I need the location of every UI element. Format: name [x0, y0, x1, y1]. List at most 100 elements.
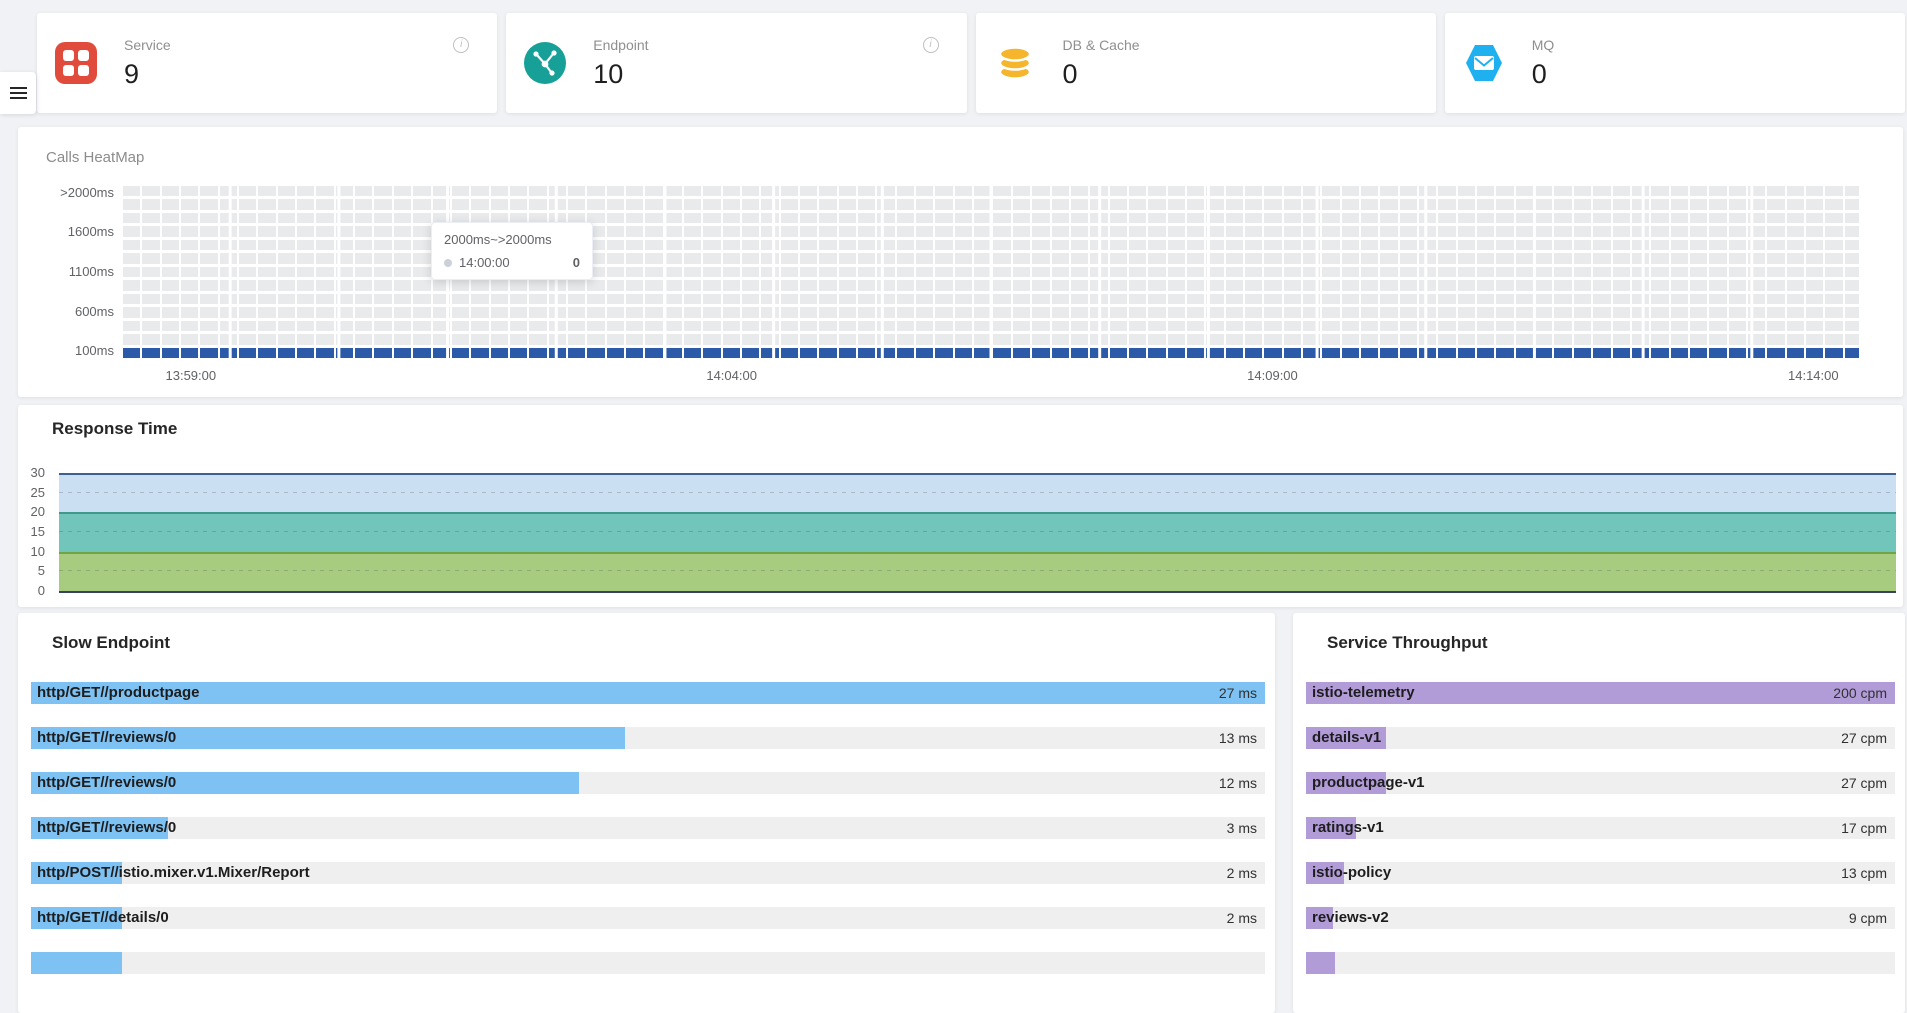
heatmap-cell[interactable] [703, 280, 720, 290]
heatmap-cell[interactable] [1226, 226, 1243, 236]
heatmap-cell[interactable] [703, 240, 720, 250]
heatmap-cell[interactable] [200, 226, 217, 236]
heatmap-cell[interactable] [1709, 280, 1726, 290]
heatmap-cell[interactable] [1767, 294, 1784, 304]
heatmap-cell[interactable] [1825, 213, 1842, 223]
heatmap-cell[interactable] [1380, 267, 1397, 277]
heatmap-cell[interactable] [974, 240, 991, 250]
heatmap-cell[interactable] [1187, 186, 1204, 196]
heatmap-cell[interactable] [819, 267, 836, 277]
heatmap-cell[interactable] [645, 186, 662, 196]
heatmap-cell[interactable] [645, 226, 662, 236]
heatmap-cell[interactable] [1342, 348, 1359, 358]
heatmap-cell[interactable] [433, 348, 450, 358]
heatmap-cell[interactable] [200, 253, 217, 263]
heatmap-cell[interactable] [1438, 348, 1455, 358]
heatmap-cell[interactable] [723, 253, 740, 263]
heatmap-cell[interactable] [1613, 348, 1630, 358]
heatmap-cell[interactable] [858, 186, 875, 196]
heatmap-cell[interactable] [1322, 240, 1339, 250]
heatmap-cell[interactable] [123, 348, 140, 358]
heatmap-cell[interactable] [1322, 348, 1339, 358]
heatmap-cell[interactable] [742, 280, 759, 290]
heatmap-cell[interactable] [1129, 307, 1146, 317]
heatmap-cell[interactable] [723, 280, 740, 290]
heatmap-cell[interactable] [1767, 280, 1784, 290]
heatmap-cell[interactable] [703, 294, 720, 304]
heatmap-cell[interactable] [239, 280, 256, 290]
heatmap-cell[interactable] [1825, 334, 1842, 344]
heatmap-cell[interactable] [123, 213, 140, 223]
heatmap-cell[interactable] [355, 334, 372, 344]
heatmap-cell[interactable] [1071, 280, 1088, 290]
heatmap-cell[interactable] [162, 186, 179, 196]
heatmap-cell[interactable] [1032, 321, 1049, 331]
heatmap-cell[interactable] [1032, 348, 1049, 358]
heatmap-cell[interactable] [1187, 213, 1204, 223]
heatmap-cell[interactable] [761, 294, 778, 304]
heatmap-cell[interactable] [1651, 267, 1668, 277]
heatmap-cell[interactable] [1245, 294, 1262, 304]
heatmap-cell[interactable] [858, 253, 875, 263]
heatmap-cell[interactable] [1303, 294, 1320, 304]
heatmap-cell[interactable] [1477, 240, 1494, 250]
heatmap-cell[interactable] [1516, 267, 1533, 277]
heatmap-cell[interactable] [1767, 240, 1784, 250]
heatmap-cell[interactable] [162, 199, 179, 209]
heatmap-cell[interactable] [1090, 321, 1107, 331]
heatmap-cell[interactable] [1767, 186, 1784, 196]
heatmap-cell[interactable] [336, 240, 353, 250]
heatmap-cell[interactable] [935, 307, 952, 317]
heatmap-cell[interactable] [200, 334, 217, 344]
heatmap-cell[interactable] [897, 294, 914, 304]
heatmap-cell[interactable] [607, 199, 624, 209]
heatmap-cell[interactable] [1187, 321, 1204, 331]
heatmap-cell[interactable] [1206, 307, 1223, 317]
heatmap-cell[interactable] [819, 213, 836, 223]
heatmap-cell[interactable] [781, 213, 798, 223]
heatmap-cell[interactable] [1593, 267, 1610, 277]
heatmap-cell[interactable] [220, 294, 237, 304]
heatmap-cell[interactable] [626, 240, 643, 250]
heatmap-cell[interactable] [1148, 348, 1165, 358]
heatmap-cell[interactable] [819, 199, 836, 209]
heatmap-cell[interactable] [1148, 267, 1165, 277]
heatmap-cell[interactable] [1032, 307, 1049, 317]
heatmap-cell[interactable] [1264, 294, 1281, 304]
heatmap-cell[interactable] [1671, 186, 1688, 196]
heatmap-cell[interactable] [626, 213, 643, 223]
heatmap-cell[interactable] [1593, 226, 1610, 236]
heatmap-cell[interactable] [297, 213, 314, 223]
heatmap-cell[interactable] [316, 186, 333, 196]
heatmap-cell[interactable] [1574, 334, 1591, 344]
heatmap-cell[interactable] [336, 294, 353, 304]
heatmap-cell[interactable] [413, 280, 430, 290]
heatmap-cell[interactable] [665, 186, 682, 196]
heatmap-cell[interactable] [665, 321, 682, 331]
heatmap-cell[interactable] [181, 253, 198, 263]
heatmap-cell[interactable] [781, 321, 798, 331]
heatmap-cell[interactable] [897, 186, 914, 196]
heatmap-cell[interactable] [1671, 321, 1688, 331]
heatmap-cell[interactable] [974, 226, 991, 236]
heatmap-cell[interactable] [1264, 199, 1281, 209]
heatmap-cell[interactable] [916, 267, 933, 277]
heatmap-cell[interactable] [626, 334, 643, 344]
heatmap-cell[interactable] [1690, 348, 1707, 358]
heatmap-cell[interactable] [1613, 280, 1630, 290]
heatmap-cell[interactable] [1419, 226, 1436, 236]
heatmap-cell[interactable] [1651, 334, 1668, 344]
heatmap-cell[interactable] [394, 199, 411, 209]
heatmap-cell[interactable] [471, 294, 488, 304]
heatmap-cell[interactable] [607, 213, 624, 223]
heatmap-cell[interactable] [1148, 213, 1165, 223]
heatmap-cell[interactable] [935, 321, 952, 331]
heatmap-cell[interactable] [897, 280, 914, 290]
heatmap-cell[interactable] [1032, 240, 1049, 250]
heatmap-cell[interactable] [955, 294, 972, 304]
heatmap-cell[interactable] [1187, 240, 1204, 250]
heatmap-cell[interactable] [800, 226, 817, 236]
heatmap-cell[interactable] [200, 280, 217, 290]
heatmap-cell[interactable] [1400, 280, 1417, 290]
heatmap-cell[interactable] [645, 321, 662, 331]
